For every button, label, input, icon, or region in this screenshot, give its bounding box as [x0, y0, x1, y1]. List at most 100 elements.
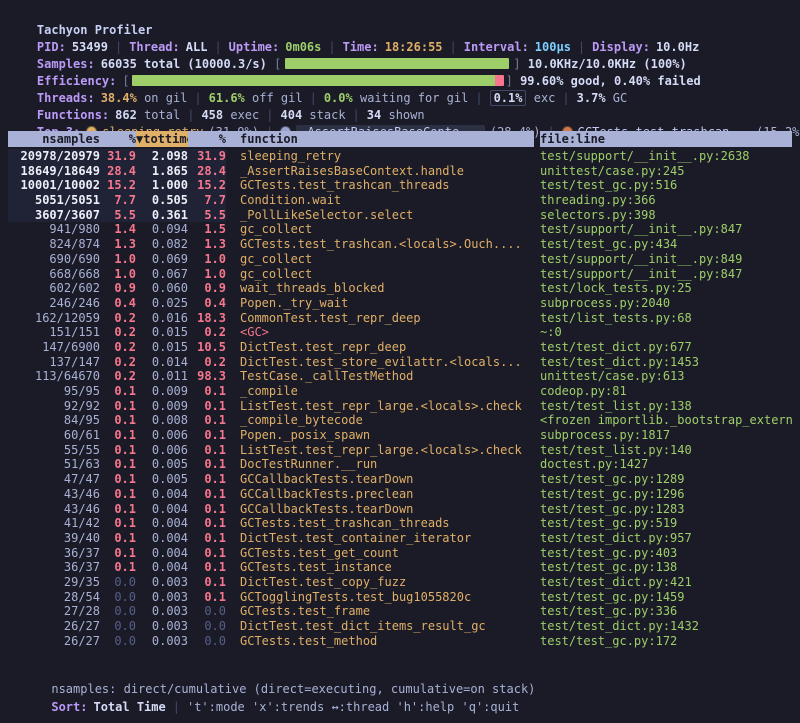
- thread-value[interactable]: ALL: [186, 40, 208, 54]
- file-line-cell: unittest/case.py:245: [540, 164, 792, 179]
- column-header-pct[interactable]: %: [100, 131, 136, 147]
- table-row[interactable]: 51/630.10.0050.1DocTestRunner.__rundocte…: [0, 457, 800, 472]
- uptime-label: Uptime:: [229, 40, 280, 54]
- direct-pct-cell: 0.2: [100, 369, 136, 384]
- file-line-cell: test/test_gc.py:1289: [540, 472, 792, 487]
- table-row[interactable]: 602/6020.90.0600.9wait_threads_blockedte…: [0, 281, 800, 296]
- direct-pct-cell: 0.1: [100, 428, 136, 443]
- sort-label: Sort:: [51, 700, 87, 714]
- cumulative-pct-cell: 0.1: [188, 575, 226, 590]
- table-row[interactable]: 3607/36075.50.3615.5_PollLikeSelector.se…: [0, 208, 800, 223]
- cumulative-pct-cell: 5.5: [188, 208, 226, 223]
- table-row[interactable]: 26/270.00.0030.0GCTests.test_methodtest/…: [0, 634, 800, 649]
- table-row[interactable]: 941/9801.40.0941.5gc_collecttest/support…: [0, 222, 800, 237]
- tottime-cell: 1.000: [136, 178, 188, 193]
- nsamples-cell: 36/37: [8, 560, 100, 575]
- function-cell: GCTests.test_trashcan.<locals>.Ouch....: [226, 237, 540, 252]
- table-row[interactable]: 43/460.10.0040.1GCCallbackTests.tearDown…: [0, 502, 800, 517]
- column-header-nsamples[interactable]: nsamples: [8, 131, 100, 147]
- display-value: 10.0Hz: [656, 40, 699, 54]
- file-line-cell: test/test_dict.py:677: [540, 340, 792, 355]
- table-row[interactable]: 95/950.10.0090.1_compilecodeop.py:81: [0, 384, 800, 399]
- direct-pct-cell: 0.1: [100, 546, 136, 561]
- column-header-cum-pct[interactable]: %: [188, 131, 226, 147]
- tottime-cell: 0.003: [136, 590, 188, 605]
- direct-pct-cell: 0.1: [100, 399, 136, 414]
- table-row[interactable]: 47/470.10.0050.1GCCallbackTests.tearDown…: [0, 472, 800, 487]
- direct-pct-cell: 0.1: [100, 516, 136, 531]
- table-row[interactable]: 84/950.10.0080.1_compile_bytecode<frozen…: [0, 413, 800, 428]
- file-line-cell: test/test_gc.py:1296: [540, 487, 792, 502]
- cumulative-pct-cell: 0.1: [188, 487, 226, 502]
- direct-pct-cell: 0.1: [100, 443, 136, 458]
- tottime-cell: 0.004: [136, 546, 188, 561]
- file-line-cell: ~:0: [540, 325, 792, 340]
- column-header-file-line[interactable]: file:line: [540, 131, 792, 147]
- table-row[interactable]: 60/610.10.0060.1Popen._posix_spawnsubpro…: [0, 428, 800, 443]
- function-cell: TestCase._callTestMethod: [226, 369, 540, 384]
- direct-pct-cell: 0.1: [100, 560, 136, 575]
- function-cell: gc_collect: [226, 267, 540, 282]
- table-row[interactable]: 10001/1000215.21.00015.2GCTests.test_tra…: [0, 178, 800, 193]
- table-row[interactable]: 18649/1864928.41.86528.4_AssertRaisesBas…: [0, 164, 800, 179]
- file-line-cell: test/test_gc.py:434: [540, 237, 792, 252]
- table-row[interactable]: 27/280.00.0030.0GCTests.test_frametest/t…: [0, 604, 800, 619]
- column-header-tottime-sorted[interactable]: ▼tottime: [136, 131, 188, 147]
- table-row[interactable]: 113/646700.20.01198.3TestCase._callTestM…: [0, 369, 800, 384]
- table-row[interactable]: 92/920.10.0090.1ListTest.test_repr_large…: [0, 399, 800, 414]
- table-row[interactable]: 36/370.10.0040.1GCTests.test_get_countte…: [0, 546, 800, 561]
- table-row[interactable]: 690/6901.00.0691.0gc_collecttest/support…: [0, 252, 800, 267]
- function-cell: Popen._posix_spawn: [226, 428, 540, 443]
- table-row[interactable]: 20978/2097931.92.09831.9sleeping_retryte…: [0, 149, 800, 164]
- function-cell: <GC>: [226, 325, 540, 340]
- cumulative-pct-cell: 0.1: [188, 560, 226, 575]
- column-header-function[interactable]: function: [226, 131, 534, 147]
- cumulative-pct-cell: 0.0: [188, 619, 226, 634]
- file-line-cell: test/support/__init__.py:847: [540, 267, 792, 282]
- file-line-cell: unittest/case.py:613: [540, 369, 792, 384]
- file-line-cell: test/test_dict.py:421: [540, 575, 792, 590]
- table-row[interactable]: 36/370.10.0040.1GCTests.test_instancetes…: [0, 560, 800, 575]
- table-row[interactable]: 668/6681.00.0671.0gc_collecttest/support…: [0, 267, 800, 282]
- table-row[interactable]: 41/420.10.0040.1GCTests.test_trashcan_th…: [0, 516, 800, 531]
- function-cell: ListTest.test_repr_large.<locals>.check: [226, 443, 540, 458]
- direct-pct-cell: 0.2: [100, 311, 136, 326]
- samples-label: Samples:: [37, 57, 95, 71]
- table-row[interactable]: 39/400.10.0040.1DictTest.test_container_…: [0, 531, 800, 546]
- function-cell: GCTests.test_instance: [226, 560, 540, 575]
- table-row[interactable]: 43/460.10.0040.1GCCallbackTests.preclean…: [0, 487, 800, 502]
- file-line-cell: test/test_dict.py:957: [540, 531, 792, 546]
- table-row[interactable]: 28/540.00.0030.1GCTogglingTests.test_bug…: [0, 590, 800, 605]
- nsamples-cell: 43/46: [8, 487, 100, 502]
- direct-pct-cell: 5.5: [100, 208, 136, 223]
- functions-label: Functions:: [37, 108, 109, 122]
- off-gil-pct: 61.6%: [209, 91, 245, 105]
- file-line-cell: test/test_gc.py:1283: [540, 502, 792, 517]
- table-row[interactable]: 147/69000.20.01510.5DictTest.test_repr_d…: [0, 340, 800, 355]
- bar-open-bracket: [: [267, 57, 281, 71]
- function-cell: GCTogglingTests.test_bug1055820c: [226, 590, 540, 605]
- table-row[interactable]: 151/1510.20.0150.2<GC>~:0: [0, 325, 800, 340]
- nsamples-cell: 147/6900: [8, 340, 100, 355]
- table-row[interactable]: 137/1470.20.0140.2DictTest.test_store_ev…: [0, 355, 800, 370]
- direct-pct-cell: 0.0: [100, 590, 136, 605]
- bar-close-bracket: ]: [513, 57, 527, 71]
- table-row[interactable]: 824/8741.30.0821.3GCTests.test_trashcan.…: [0, 237, 800, 252]
- cumulative-pct-cell: 0.2: [188, 355, 226, 370]
- nsamples-legend: nsamples: direct/cumulative (direct=exec…: [51, 682, 535, 696]
- function-cell: GCCallbackTests.tearDown: [226, 472, 540, 487]
- thread-label: Thread:: [129, 40, 180, 54]
- table-row[interactable]: 26/270.00.0030.0DictTest.test_dict_items…: [0, 619, 800, 634]
- functions-stack: 404: [281, 108, 303, 122]
- cumulative-pct-cell: 0.0: [188, 604, 226, 619]
- file-line-cell: test/list_tests.py:68: [540, 311, 792, 326]
- file-line-cell: test/test_gc.py:336: [540, 604, 792, 619]
- table-row[interactable]: 5051/50517.70.5057.7Condition.waitthread…: [0, 193, 800, 208]
- nsamples-cell: 824/874: [8, 237, 100, 252]
- threads-label: Threads:: [37, 91, 95, 105]
- table-row[interactable]: 162/120590.20.01618.3CommonTest.test_rep…: [0, 311, 800, 326]
- table-row[interactable]: 55/550.10.0060.1ListTest.test_repr_large…: [0, 443, 800, 458]
- table-row[interactable]: 29/350.00.0030.1DictTest.test_copy_fuzzt…: [0, 575, 800, 590]
- bar-close-bracket: ]: [506, 74, 520, 88]
- table-row[interactable]: 246/2460.40.0250.4Popen._try_waitsubproc…: [0, 296, 800, 311]
